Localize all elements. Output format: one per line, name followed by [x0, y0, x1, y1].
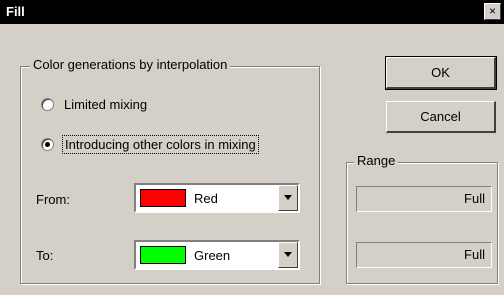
- limited-mixing-radio[interactable]: [41, 98, 54, 111]
- to-color-value: Green: [194, 248, 231, 263]
- to-label: To:: [36, 248, 54, 263]
- ok-button[interactable]: OK: [385, 56, 497, 90]
- from-color-swatch: [140, 189, 186, 207]
- cancel-button[interactable]: Cancel: [386, 101, 496, 133]
- from-label: From:: [36, 192, 70, 207]
- chevron-down-icon[interactable]: [278, 185, 298, 211]
- window-title: Fill: [6, 4, 25, 19]
- close-icon: ×: [488, 4, 496, 18]
- from-color-value: Red: [194, 191, 218, 206]
- close-button[interactable]: ×: [484, 3, 501, 20]
- limited-mixing-label[interactable]: Limited mixing: [64, 97, 147, 112]
- range-group-label: Range: [354, 153, 399, 168]
- chevron-down-icon[interactable]: [278, 242, 298, 268]
- range-field-1: Full: [356, 186, 492, 212]
- to-color-swatch: [140, 246, 186, 264]
- to-color-dropdown[interactable]: Green: [134, 240, 300, 270]
- range-field-2: Full: [356, 242, 492, 268]
- introducing-colors-radio[interactable]: [41, 138, 54, 151]
- interpolation-group-label: Color generations by interpolation: [30, 57, 231, 72]
- title-bar: Fill ×: [0, 0, 504, 24]
- introducing-colors-label[interactable]: Introducing other colors in mixing: [62, 135, 259, 154]
- from-color-dropdown[interactable]: Red: [134, 183, 300, 213]
